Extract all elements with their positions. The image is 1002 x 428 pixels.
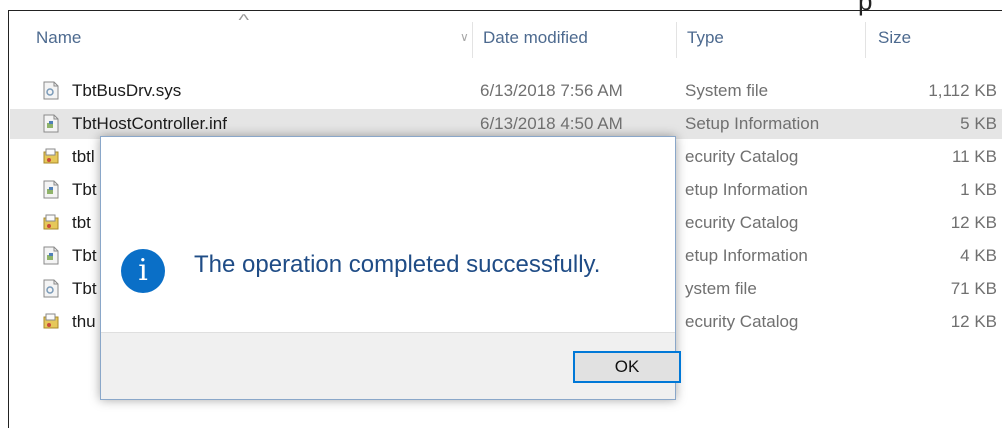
security-catalog-icon — [43, 312, 59, 331]
sort-ascending-icon: ^ — [238, 12, 250, 29]
system-file-icon — [43, 279, 59, 298]
file-size: 12 KB — [950, 312, 997, 331]
system-file-icon — [43, 81, 59, 100]
file-name: TbtHostController.inf — [72, 114, 227, 133]
file-type: ystem file — [685, 279, 757, 298]
file-name: Tbt — [72, 180, 97, 199]
file-type: System file — [685, 81, 769, 100]
file-size: 71 KB — [950, 279, 997, 298]
security-catalog-icon — [43, 147, 59, 166]
file-type: etup Information — [685, 246, 808, 265]
file-date-modified: 6/13/2018 4:50 AM — [480, 114, 623, 133]
file-size: 5 KB — [960, 114, 997, 133]
file-name: tbtl — [72, 147, 95, 166]
file-name: tbt — [72, 213, 91, 232]
file-size: 12 KB — [950, 213, 997, 232]
ok-button[interactable]: OK — [573, 351, 681, 383]
file-date-modified: 6/13/2018 7:56 AM — [480, 81, 623, 100]
file-type: Setup Information — [685, 114, 820, 133]
file-size: 1,112 KB — [928, 81, 997, 100]
file-type: ecurity Catalog — [685, 147, 799, 166]
column-header-date-modified[interactable]: Date modified — [483, 28, 588, 48]
column-header-bar: ^ Name ∨ Date modified Type Size — [10, 12, 1002, 62]
column-header-name[interactable]: Name — [36, 28, 81, 48]
column-header-type[interactable]: Type — [687, 28, 724, 48]
dialog-message: The operation completed successfully. — [194, 251, 601, 278]
file-name: thu — [72, 312, 96, 331]
column-separator[interactable] — [676, 22, 677, 58]
file-type: ecurity Catalog — [685, 312, 799, 331]
file-type: ecurity Catalog — [685, 213, 799, 232]
file-row[interactable]: TbtHostController.inf 6/13/2018 4:50 AM Se… — [10, 109, 1002, 139]
file-name: Tbt — [72, 279, 97, 298]
setup-information-icon — [43, 114, 59, 133]
setup-information-icon — [43, 180, 59, 199]
window-border-top — [8, 10, 1002, 11]
setup-information-icon — [43, 246, 59, 265]
file-size: 1 KB — [960, 180, 997, 199]
window-border-left — [8, 10, 9, 428]
cropped-glyph: p — [858, 0, 873, 16]
file-row[interactable]: TbtBusDrv.sys 6/13/2018 7:56 AM System fil… — [10, 76, 1002, 106]
info-icon: i — [121, 249, 165, 293]
file-size: 4 KB — [960, 246, 997, 265]
column-dropdown-icon[interactable]: ∨ — [460, 30, 469, 44]
file-name: Tbt — [72, 246, 97, 265]
message-dialog: i The operation completed successfully. … — [100, 136, 681, 400]
file-size: 11 KB — [951, 147, 997, 166]
security-catalog-icon — [43, 213, 59, 232]
column-separator[interactable] — [472, 22, 473, 58]
file-name: TbtBusDrv.sys — [72, 81, 182, 100]
column-separator[interactable] — [865, 22, 866, 58]
column-header-size[interactable]: Size — [878, 28, 911, 48]
file-type: etup Information — [685, 180, 808, 199]
